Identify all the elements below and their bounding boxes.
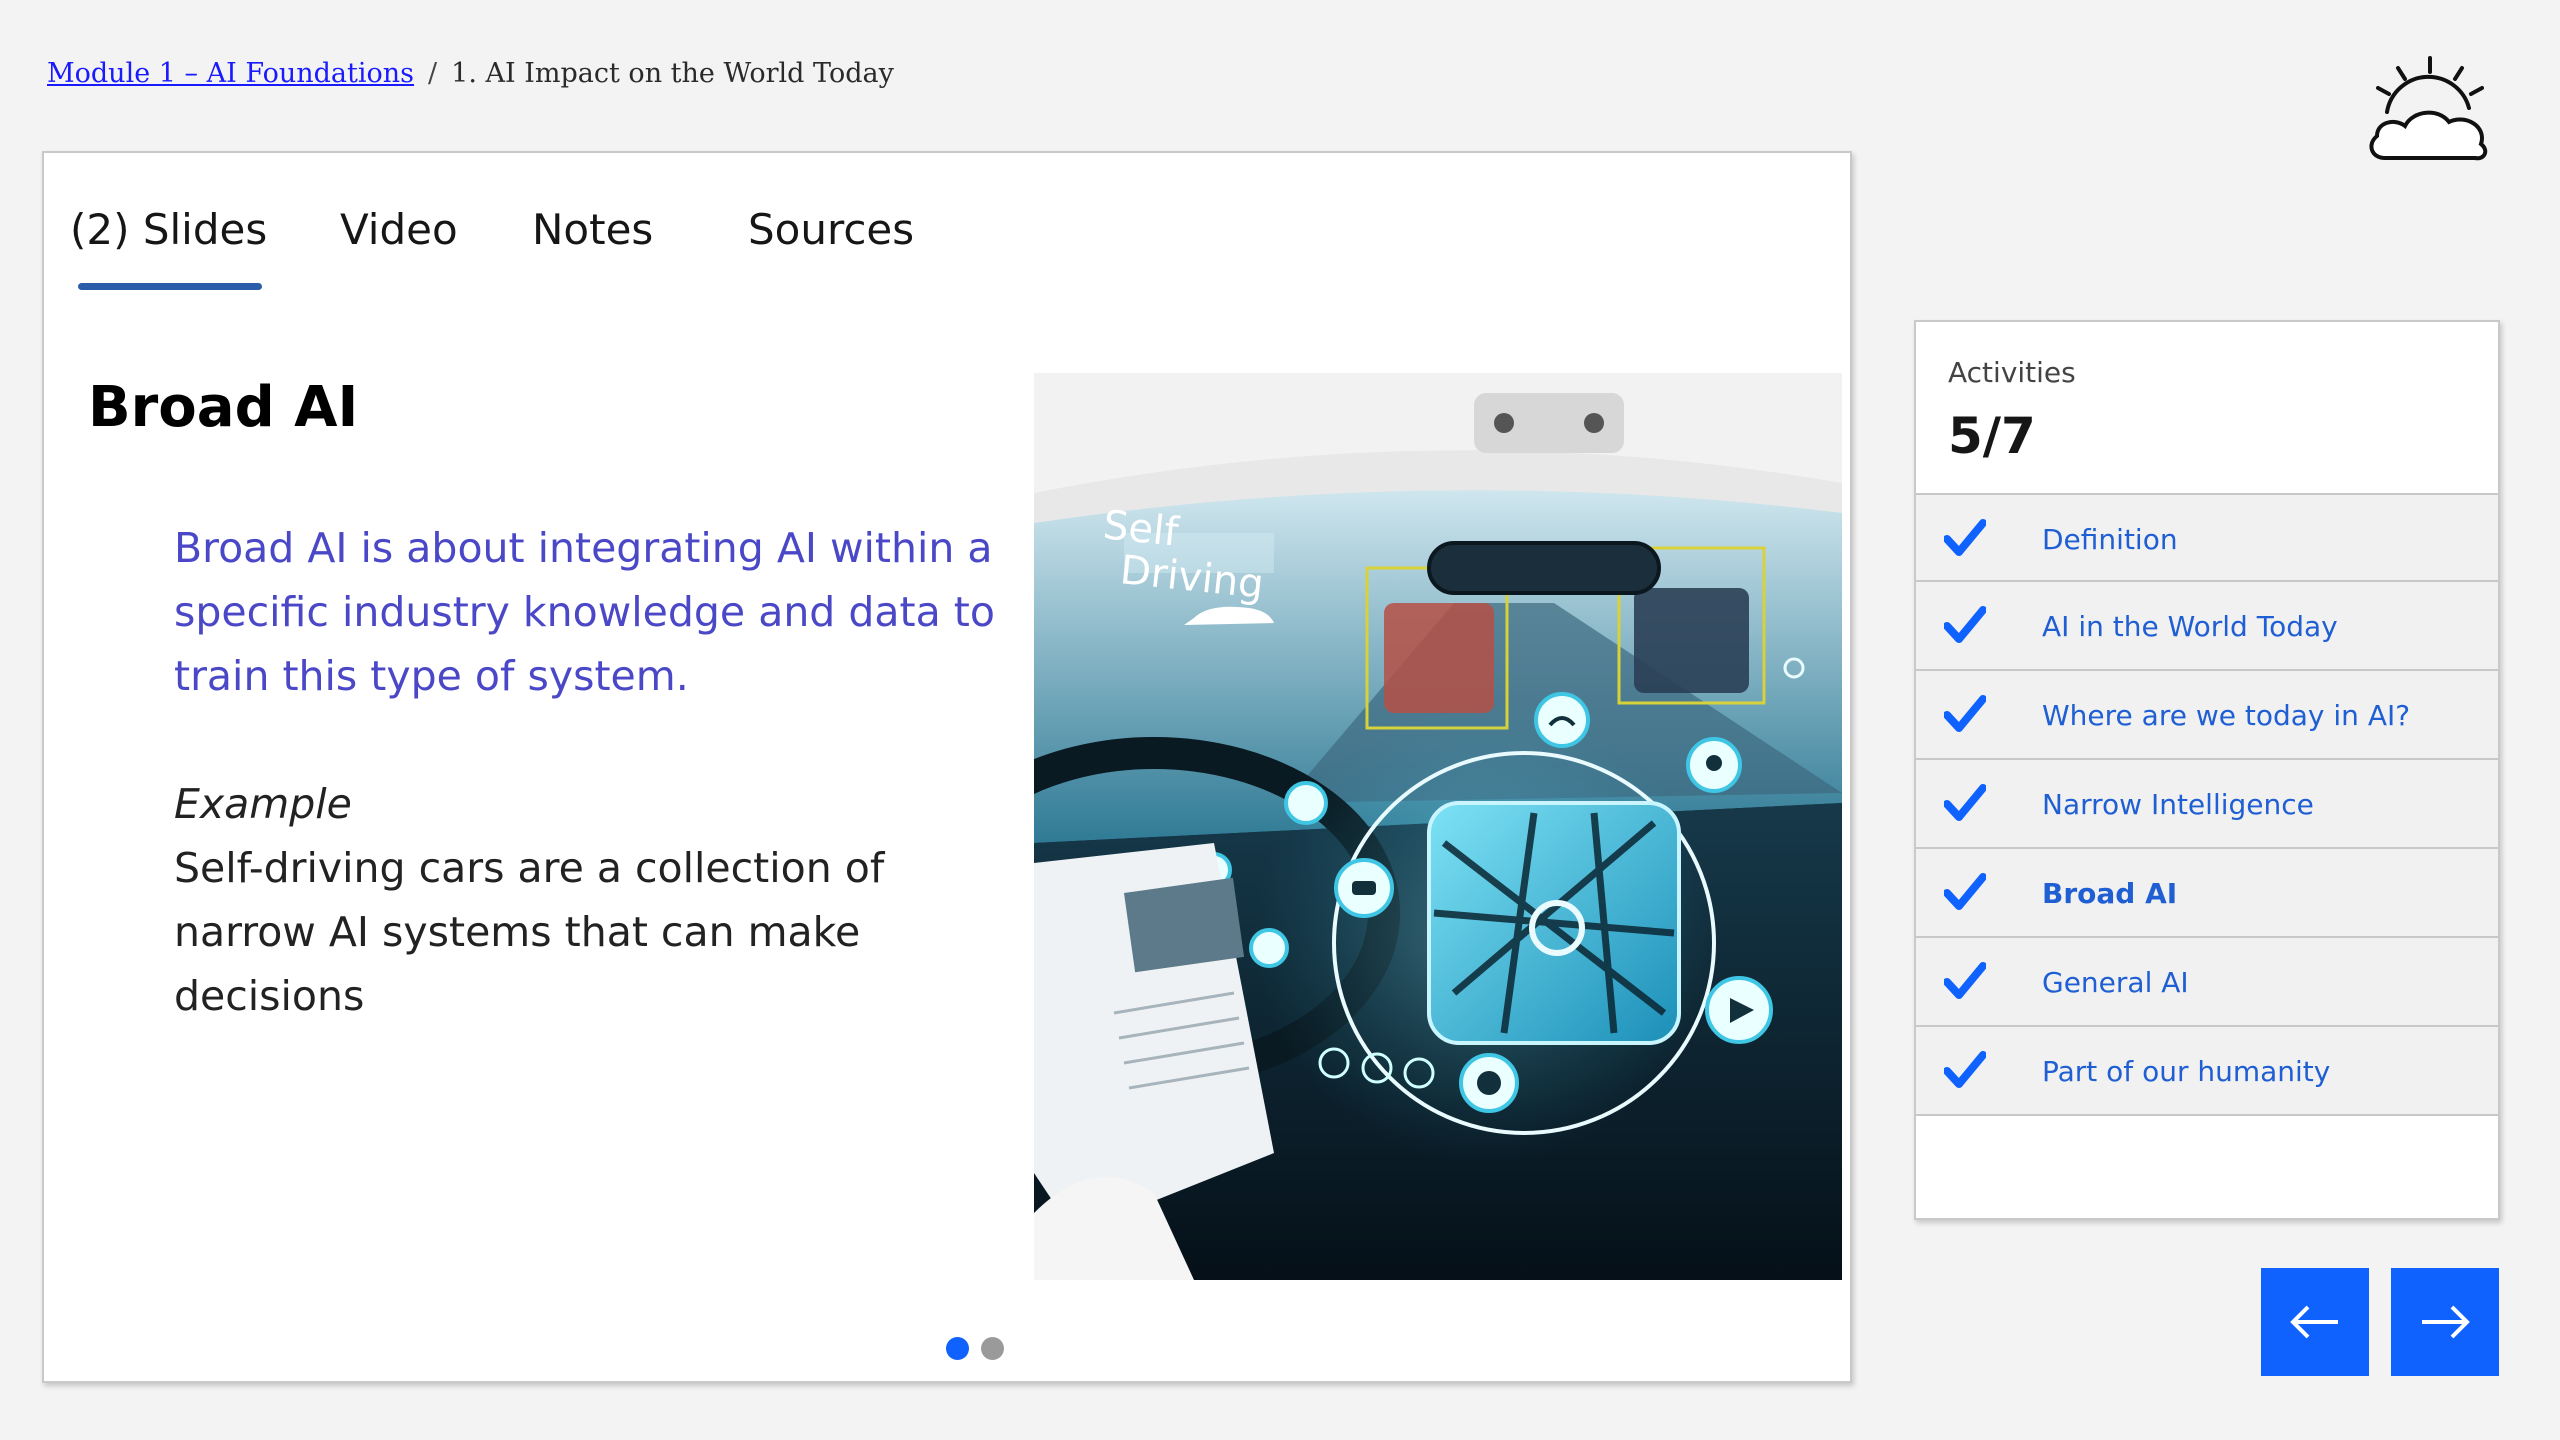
- pagination-dot-2[interactable]: [981, 1337, 1004, 1360]
- activity-label: Broad AI: [2042, 877, 2178, 910]
- example-label: Example: [174, 780, 352, 828]
- slide-body: Broad AI is about integrating AI within …: [174, 516, 1014, 1028]
- slide-lead-text: Broad AI is about integrating AI within …: [174, 524, 995, 700]
- activity-item-definition[interactable]: Definition: [1916, 495, 2498, 582]
- activity-label: Definition: [2042, 523, 2178, 556]
- activities-panel: Activities 5/7 Definition AI in the Worl…: [1914, 320, 2500, 1220]
- activity-label: Part of our humanity: [2042, 1055, 2331, 1088]
- previous-button[interactable]: [2261, 1268, 2369, 1376]
- activity-item-where-are-we-today[interactable]: Where are we today in AI?: [1916, 671, 2498, 760]
- tab-video[interactable]: Video: [340, 205, 458, 254]
- pagination-dot-1[interactable]: [946, 1337, 969, 1360]
- overlay-self-text: Self: [1101, 502, 1182, 556]
- breadcrumb: Module 1 – AI Foundations / 1. AI Impact…: [47, 58, 894, 89]
- arrow-left-icon: [2290, 1305, 2338, 1339]
- breadcrumb-module-link[interactable]: Module 1 – AI Foundations: [47, 58, 414, 89]
- activities-header: Activities 5/7: [1916, 322, 2498, 495]
- example-body: Self-driving cars are a collection of na…: [174, 844, 885, 1020]
- slide-title: Broad AI: [88, 375, 359, 440]
- next-button[interactable]: [2391, 1268, 2499, 1376]
- tab-bar: (2) Slides Video Notes Sources: [44, 153, 1850, 303]
- sun-cloud-logo-icon: [2369, 56, 2488, 161]
- breadcrumb-current: 1. AI Impact on the World Today: [451, 58, 894, 89]
- activity-label: General AI: [2042, 966, 2189, 999]
- breadcrumb-separator: /: [428, 58, 438, 89]
- activity-label: Where are we today in AI?: [2042, 699, 2411, 732]
- tab-notes[interactable]: Notes: [532, 205, 653, 254]
- car-dashboard-illustration: Self Driving: [1034, 373, 1842, 1280]
- tab-sources[interactable]: Sources: [748, 205, 914, 254]
- activity-label: Narrow Intelligence: [2042, 788, 2314, 821]
- tab-slides[interactable]: (2) Slides: [70, 205, 267, 254]
- active-tab-indicator: [78, 283, 262, 290]
- activity-label: AI in the World Today: [2042, 610, 2338, 643]
- activity-item-general-ai[interactable]: General AI: [1916, 938, 2498, 1027]
- activities-label: Activities: [1948, 356, 2076, 389]
- arrow-right-icon: [2422, 1305, 2470, 1339]
- slides-card: (2) Slides Video Notes Sources Broad AI …: [42, 151, 1852, 1383]
- checkmark-icon: [1944, 962, 1986, 999]
- checkmark-icon: [1944, 1051, 1986, 1088]
- checkmark-icon: [1944, 873, 1986, 910]
- activity-item-broad-ai[interactable]: Broad AI: [1916, 849, 2498, 938]
- checkmark-icon: [1944, 606, 1986, 643]
- activity-item-part-of-our-humanity[interactable]: Part of our humanity: [1916, 1027, 2498, 1116]
- checkmark-icon: [1944, 784, 1986, 821]
- checkmark-icon: [1944, 695, 1986, 732]
- self-driving-car-image: Self Driving: [1034, 373, 1842, 1280]
- checkmark-icon: [1944, 519, 1986, 556]
- slide-pagination: [946, 1337, 1004, 1360]
- activities-progress-count: 5/7: [1948, 407, 2036, 465]
- activity-item-ai-in-the-world-today[interactable]: AI in the World Today: [1916, 582, 2498, 671]
- activity-item-narrow-intelligence[interactable]: Narrow Intelligence: [1916, 760, 2498, 849]
